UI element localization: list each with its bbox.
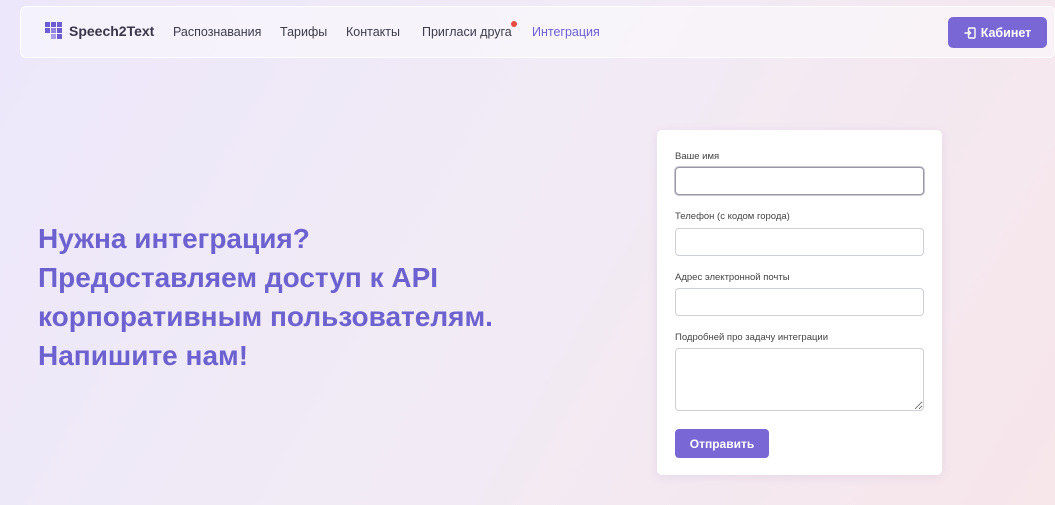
brand-name: Speech2Text bbox=[69, 23, 155, 39]
details-textarea[interactable] bbox=[675, 348, 924, 411]
nav-item-recognitions[interactable]: Распознавания bbox=[173, 25, 261, 39]
cabinet-button[interactable]: Кабинет bbox=[948, 17, 1047, 48]
top-navbar: Speech2Text Распознавания Тарифы Контакт… bbox=[20, 6, 1055, 58]
login-icon bbox=[964, 26, 976, 39]
cabinet-label: Кабинет bbox=[980, 25, 1032, 40]
name-label: Ваше имя bbox=[675, 151, 720, 162]
brand-logo-icon bbox=[45, 22, 62, 39]
integration-form: Ваше имя Телефон (с кодом города) Адрес … bbox=[657, 130, 942, 475]
phone-field[interactable] bbox=[675, 228, 924, 256]
submit-button[interactable]: Отправить bbox=[675, 429, 769, 458]
hero-line-1: Нужна интеграция? bbox=[38, 223, 310, 254]
nav-item-invite-friend[interactable]: Пригласи друга bbox=[422, 25, 512, 39]
nav-item-integration[interactable]: Интеграция bbox=[532, 25, 600, 39]
hero-heading: Нужна интеграция? Предоставляем доступ к… bbox=[38, 219, 558, 375]
email-field[interactable] bbox=[675, 288, 924, 316]
email-label: Адрес электронной почты bbox=[675, 272, 790, 283]
hero-line-4: Напишите нам! bbox=[38, 340, 249, 371]
nav-item-tariffs[interactable]: Тарифы bbox=[280, 25, 327, 39]
details-label: Подробней про задачу интеграции bbox=[675, 332, 829, 343]
nav-item-contacts[interactable]: Контакты bbox=[346, 25, 400, 39]
brand[interactable]: Speech2Text bbox=[45, 22, 154, 40]
hero-line-2: Предоставляем доступ к API bbox=[38, 262, 439, 293]
name-field[interactable] bbox=[675, 167, 924, 195]
notification-dot bbox=[511, 21, 517, 27]
phone-label: Телефон (с кодом города) bbox=[675, 211, 790, 222]
hero-line-3: корпоративным пользователям. bbox=[38, 301, 493, 332]
